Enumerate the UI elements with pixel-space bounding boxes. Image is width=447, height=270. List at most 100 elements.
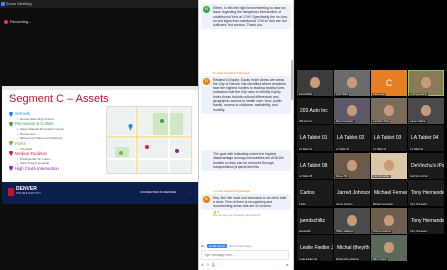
participant-tile[interactable]: Jonathan Shaw (371, 97, 407, 124)
participant-video-icon (384, 214, 394, 226)
participant-tile[interactable]: Carlos Carlos (297, 180, 333, 206)
participant-name-label: Jarred Johnson (335, 202, 354, 206)
participant-tile[interactable]: LA Tablet 01 LA Tablet 01 (297, 125, 333, 151)
shared-slide: Segment C – Assets SchoolsDenver East Hi… (2, 86, 198, 204)
chat-message-bubble: D Hey Jim! We have lost exercises to do o… (201, 193, 291, 211)
window-title: Zoom Meeting (6, 1, 32, 6)
participant-tile[interactable]: jaredschiltz jaredschiltz (297, 207, 333, 234)
participant-tile[interactable]: Michal (they/th... Michal Dorey-Roberts (334, 235, 370, 261)
participant-video-icon (347, 214, 357, 226)
chat-recipient-row: To: Linda Jones (Direct Message) (201, 243, 252, 249)
participant-tile[interactable]: Lisa Hernandez (371, 152, 407, 179)
participant-name-label: Carlos (298, 202, 307, 206)
participant-tile[interactable]: 203 Auto Inc 203 Auto Inc (297, 97, 333, 124)
participant-tile[interactable]: LA Tablet 02 LA Tablet 02 (334, 125, 370, 151)
participant-name-label: Leslie Fiedler Jar... (298, 257, 321, 261)
denver-brand-sub: THE MILE HIGH CITY (16, 192, 41, 195)
participant-display-name: Leslie Fiedler Ja... (300, 245, 333, 251)
participant-name-label: Lauren Vallone (409, 120, 427, 123)
participant-tile[interactable]: Rose Fernandez (334, 97, 370, 124)
recording-dot-icon (4, 20, 8, 24)
participant-tile[interactable]: Renee Hill (334, 152, 370, 179)
participant-name-label: Tony Hernandez (409, 202, 429, 206)
chat-message-bubble: O Eileen, is this the right forum/meeting… (201, 4, 291, 30)
participant-display-name: LA Tablet 03 (374, 135, 402, 141)
participant-tile[interactable]: LA Tablet 03 LA Tablet 03 (371, 125, 407, 151)
participant-name-label: Carla Angel (372, 92, 387, 96)
participant-tile[interactable]: Jamal Wade (297, 70, 333, 96)
participant-tile[interactable]: C Carla Angel (371, 70, 407, 96)
asset-category-label: Schools (15, 111, 30, 116)
recipient-dropdown[interactable]: Linda Jones (206, 244, 228, 249)
zoom-meeting-window: Zoom Meeting Recording... Segment C – As… (0, 0, 447, 270)
participant-tile[interactable]: Michael Fernandez Michael Fernandez (371, 180, 407, 206)
participant-video-icon (421, 104, 431, 116)
participant-tile[interactable]: Jarred Johnson Jarred Johnson (334, 180, 370, 206)
participant-tile[interactable]: Francis Gutierrez (371, 207, 407, 234)
participant-tile[interactable]: LA Tablet 04 LA Tablet 04 (408, 125, 444, 151)
participant-display-name: LA Tablet 01 (300, 135, 328, 141)
participant-display-name: C (385, 78, 393, 88)
participant-display-name: Carlos (300, 190, 315, 196)
chat-input-toolbar: A☺⎙⋯ (201, 262, 223, 267)
zoom-logo-icon (1, 2, 5, 6)
participant-name-label: LA Tablet 04 (409, 147, 425, 151)
participant-display-name: Tony Hernandez (411, 190, 444, 196)
chat-message[interactable]: The goal with indicating where the highe… (201, 150, 291, 172)
send-icon[interactable]: ➤ (286, 262, 289, 267)
chat-message[interactable]: To Linda Jones(Direct Message) D Related t… (201, 72, 291, 114)
chat-panel: O Eileen, is this the right forum/meeting… (198, 0, 294, 270)
more-options-icon[interactable]: ⋯ (217, 262, 223, 267)
participant-display-name: Jarred Johnson (337, 190, 370, 196)
participant-display-name: jaredschiltz (300, 217, 326, 224)
chat-message-input[interactable] (201, 250, 289, 260)
chat-visibility-note[interactable]: Who can see your messages? Recording On (201, 214, 291, 217)
sender-avatar: D (203, 195, 210, 203)
participant-video-icon (384, 104, 394, 116)
chat-message[interactable]: To Linda Jones(Direct Message) D Hey Jim! … (201, 190, 291, 217)
participant-video-icon (310, 77, 320, 88)
asset-map (106, 106, 192, 174)
sender-avatar: O (203, 6, 210, 13)
participant-display-name: Michael Fernandez (374, 190, 407, 196)
participant-tile[interactable]: Tony Hernandez Tony Hernandez (408, 180, 444, 206)
participant-video-icon (347, 159, 357, 171)
participant-tile[interactable]: DeVinchu's iPad DeVinchu's iPad (408, 152, 444, 179)
participant-name-label: Michael Fernandez (372, 202, 395, 206)
participant-name-label: LA Tablet 08 (298, 175, 314, 178)
participant-tile[interactable]: LaTonya Garcia (408, 70, 444, 96)
participant-display-name: Tony Hernandez (411, 217, 444, 224)
participant-tile[interactable]: Allen Cooper (371, 235, 407, 261)
participant-display-name: LA Tablet 04 (411, 135, 439, 141)
asset-category-label: Recreation & Culture (15, 121, 54, 127)
participant-video-icon (347, 104, 357, 116)
chat-message-text: Related to Equity: Equity Index Areas ar… (213, 77, 286, 112)
asset-category-label: Medical Facilities (15, 150, 47, 156)
chat-scrollbar[interactable] (291, 60, 293, 100)
participant-video-icon (384, 159, 394, 171)
gallery-view: Jamal Wade Lynn Harris C Carla Angel LaTonya… (295, 0, 447, 270)
participant-tile[interactable]: Tony Hernandez Tony Hernandez (408, 207, 444, 234)
chat-message-list[interactable]: O Eileen, is this the right forum/meeting… (199, 0, 293, 244)
participant-tile[interactable]: Tiffany Gallegos (334, 207, 370, 234)
participant-video-icon (384, 242, 394, 253)
chat-message[interactable]: O Eileen, is this the right forum/meeting… (201, 4, 291, 30)
park-pin-icon (9, 140, 13, 147)
participant-video-icon (347, 77, 357, 88)
participant-display-name: 203 Auto Inc (300, 107, 328, 114)
school-pin-icon (9, 110, 13, 117)
to-label: To: (201, 244, 206, 248)
participant-display-name: LA Tablet 02 (337, 135, 365, 141)
denver-logo-icon (8, 188, 14, 196)
asset-category-label: High Crash Intersection (15, 165, 59, 171)
participant-name-label: Jamal Wade (298, 92, 314, 96)
participant-tile[interactable]: Lauren Vallone (408, 97, 444, 124)
participant-display-name: DeVinchu's iPad (411, 162, 444, 169)
participant-tile[interactable]: Lynn Harris (334, 70, 370, 96)
slide-top-band (2, 86, 198, 90)
participant-name-label: Lisa Hernandez (372, 175, 391, 178)
participant-tile[interactable]: Leslie Fiedler Ja... Leslie Fiedler Jar..… (297, 235, 333, 261)
participant-tile[interactable]: LA Tablet 08 LA Tablet 08 (297, 152, 333, 179)
chat-message-text: The goal with indicating where the highe… (213, 152, 284, 169)
asset-category-label: Parks (15, 140, 26, 146)
